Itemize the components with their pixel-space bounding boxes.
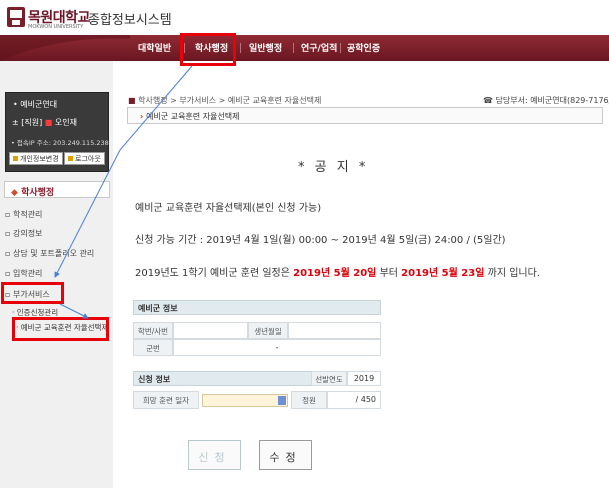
nav-decoration bbox=[0, 35, 130, 61]
sidebar-section-header[interactable]: ◆ 학사행정 bbox=[4, 181, 110, 198]
notice-line-3: 2019년도 1학기 예비군 훈련 일정은 2019년 5월 20일 부터 20… bbox=[135, 264, 540, 279]
section-bullet-icon: ◆ bbox=[11, 188, 22, 198]
sidebar-item-lecture[interactable]: ▫ 강의정보 bbox=[5, 228, 42, 239]
sidebar-item-counsel[interactable]: ▫ 상담 및 포트폴리오 관리 bbox=[5, 248, 94, 259]
notice-text: 까지 입니다. bbox=[484, 268, 540, 279]
user-role: [직원] bbox=[21, 118, 43, 127]
logout-button[interactable]: 로그아웃 bbox=[64, 152, 105, 165]
home-icon: ■ bbox=[128, 96, 139, 105]
bullet-icon: ▫ bbox=[5, 249, 13, 258]
birth-label: 생년월일 bbox=[248, 322, 288, 339]
reserve-info-header: 예비군 정보 bbox=[133, 300, 381, 315]
notice-text: 부터 bbox=[376, 268, 402, 279]
highlight-box-reserve bbox=[12, 317, 109, 341]
student-id-label: 학번/사번 bbox=[133, 322, 173, 339]
department-info: ☎ 담당부서: 예비군연대(829-7176/7177) bbox=[483, 95, 609, 106]
user-name: • 예비군연대 bbox=[13, 99, 57, 110]
training-date-select[interactable] bbox=[202, 394, 288, 407]
notice-start-date: 2019년 5월 20일 bbox=[293, 268, 377, 279]
training-date-label: 희망 훈련 일자 bbox=[133, 391, 199, 409]
breadcrumb-text: 학사행정 > 부가서비스 > 예비군 교육훈련 자율선택제 bbox=[138, 96, 322, 105]
army-number-value: - bbox=[173, 339, 381, 356]
page-subtitle: › 예비군 교육훈련 자율선택제 bbox=[140, 111, 240, 122]
army-number-label: 군번 bbox=[133, 339, 173, 356]
sidebar-subitem-label: 인증신청관리 bbox=[16, 308, 59, 317]
notice-end-date: 2019년 5월 23일 bbox=[401, 268, 485, 279]
student-id-value bbox=[173, 322, 248, 339]
status-dot-icon: ■ bbox=[44, 118, 53, 127]
selection-year-value: 2019 bbox=[347, 371, 381, 386]
breadcrumb: ■ 학사행정 > 부가서비스 > 예비군 교육훈련 자율선택제 bbox=[128, 95, 321, 106]
sidebar-section-label: 학사행정 bbox=[21, 188, 55, 198]
nav-item-research[interactable]: 연구/업적 bbox=[301, 41, 337, 54]
birth-value bbox=[288, 322, 381, 339]
bullet-icon: ▫ bbox=[5, 229, 13, 238]
logout-icon bbox=[68, 156, 73, 161]
person-icon: ± bbox=[12, 118, 22, 127]
notice-title: * 공 지 * bbox=[298, 160, 369, 175]
notice-text: 2019년도 1학기 예비군 훈련 일정은 bbox=[135, 268, 294, 279]
university-logo-icon[interactable] bbox=[6, 6, 26, 28]
apply-button[interactable]: 신청 bbox=[188, 440, 241, 470]
user-name-text: 예비군연대 bbox=[20, 100, 58, 109]
notice-line-2: 신청 가능 기간 : 2019년 4월 1일(월) 00:00 ~ 2019년 … bbox=[135, 235, 506, 246]
bullet-icon: ▫ bbox=[5, 269, 13, 278]
capacity-value: / 450 bbox=[327, 391, 381, 409]
sidebar-item-label: 강의정보 bbox=[12, 229, 43, 238]
nav-item-admin[interactable]: 일반행정 bbox=[249, 41, 282, 54]
nav-divider bbox=[293, 43, 294, 53]
department-text: 담당부서: 예비군연대(829-7176/7177) bbox=[495, 96, 609, 105]
capacity-label: 정원 bbox=[291, 391, 327, 409]
phone-icon: ☎ bbox=[483, 96, 496, 105]
edit-profile-button[interactable]: 개인정보변경 bbox=[9, 152, 63, 165]
page-subtitle-text: 예비군 교육훈련 자율선택제 bbox=[146, 112, 240, 121]
highlight-box-academic bbox=[180, 33, 236, 66]
nav-item-general[interactable]: 대학일반 bbox=[138, 41, 171, 54]
nav-divider bbox=[240, 43, 241, 53]
sidebar-item-records[interactable]: ▫ 학적관리 bbox=[5, 209, 42, 220]
user-role-line: ± [직원] ■ 오인재 bbox=[12, 117, 77, 128]
edit-profile-label: 개인정보변경 bbox=[20, 155, 59, 163]
sidebar-item-label: 학적관리 bbox=[12, 210, 43, 219]
edit-button[interactable]: 수정 bbox=[259, 440, 312, 470]
site-title: 종합정보시스템 bbox=[88, 13, 172, 28]
notice-line-1: 예비군 교육훈련 자율선택제(본인 신청 가능) bbox=[135, 203, 322, 214]
highlight-box-extra-services bbox=[1, 282, 64, 304]
nav-divider bbox=[340, 43, 341, 53]
sidebar-item-label: 상담 및 포트폴리오 관리 bbox=[12, 249, 95, 258]
app-window: 목원대학교 MOKWON UNIVERSITY 종합정보시스템 대학일반 학사행… bbox=[0, 0, 609, 488]
selection-year-label: 선발연도 bbox=[311, 371, 347, 386]
logout-label: 로그아웃 bbox=[75, 155, 101, 163]
logo-subtext: MOKWON UNIVERSITY bbox=[28, 24, 84, 30]
sidebar-item-label: 입학관리 bbox=[12, 269, 43, 278]
user-status: 오인재 bbox=[54, 118, 77, 127]
profile-icon bbox=[13, 156, 18, 161]
bullet-icon: ▫ bbox=[5, 210, 13, 219]
user-ip: • 접속IP 주소: 203.249.115.238 bbox=[11, 139, 109, 147]
nav-item-engineering[interactable]: 공학인증 bbox=[347, 41, 380, 54]
dropdown-arrow-icon[interactable] bbox=[278, 396, 286, 405]
sidebar-item-admission[interactable]: ▫ 입학관리 bbox=[5, 268, 42, 279]
